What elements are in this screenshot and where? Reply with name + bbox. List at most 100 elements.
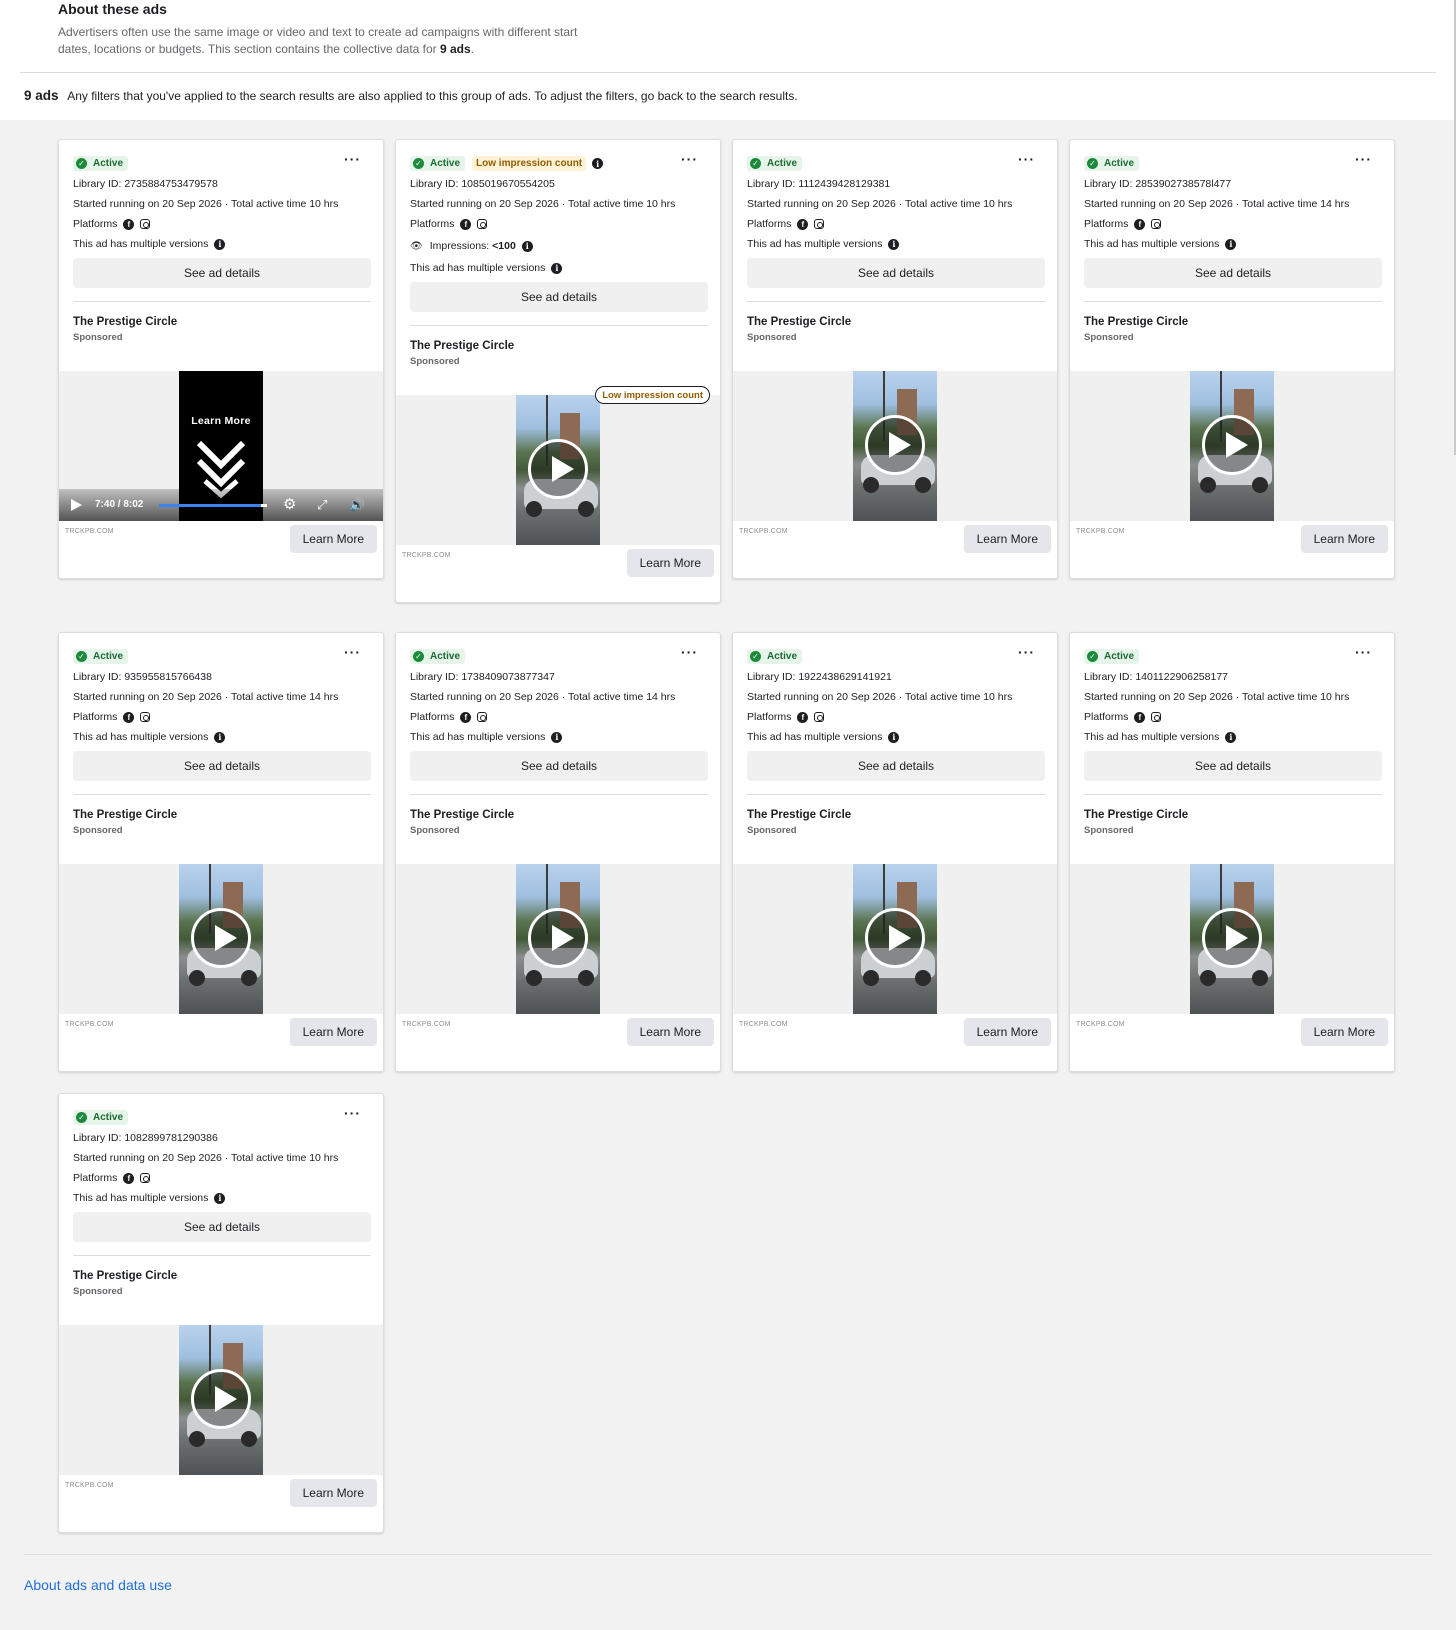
- play-icon[interactable]: [191, 1369, 251, 1429]
- see-ad-details-button[interactable]: See ad details: [410, 282, 708, 312]
- advertiser-name[interactable]: The Prestige Circle: [747, 316, 851, 328]
- play-icon[interactable]: [1202, 415, 1262, 475]
- see-ad-details-button[interactable]: See ad details: [1084, 258, 1382, 288]
- learn-more-button[interactable]: Learn More: [289, 1018, 377, 1046]
- ad-card: ✓ Active ··· Library ID: 1082899781290386 St…: [58, 1093, 384, 1533]
- learn-more-button[interactable]: Learn More: [626, 1018, 714, 1046]
- see-ad-details-button[interactable]: See ad details: [73, 751, 371, 781]
- platforms-row: Platforms f: [1084, 218, 1162, 230]
- more-icon[interactable]: ···: [681, 152, 698, 166]
- play-icon[interactable]: [71, 499, 82, 511]
- play-icon[interactable]: [865, 908, 925, 968]
- info-icon[interactable]: i: [214, 238, 226, 250]
- about-section: About these ads Advertisers often use th…: [0, 0, 1456, 120]
- run-dates: Started running on 20 Sep 2026 · Total a…: [1084, 198, 1350, 210]
- more-icon[interactable]: ···: [344, 152, 361, 166]
- advertiser-name[interactable]: The Prestige Circle: [1084, 316, 1188, 328]
- fullscreen-icon[interactable]: ⤢: [317, 497, 327, 512]
- see-ad-details-button[interactable]: See ad details: [747, 258, 1045, 288]
- learn-more-button[interactable]: Learn More: [1300, 525, 1388, 553]
- facebook-icon: f: [1134, 711, 1146, 723]
- info-icon[interactable]: i: [888, 731, 900, 743]
- video-progress[interactable]: [159, 504, 267, 507]
- ad-card: ✓ Active ··· Library ID: 1401122906258177 St…: [1069, 632, 1395, 1072]
- about-ads-link[interactable]: About ads and data use: [24, 1577, 172, 1593]
- info-icon[interactable]: i: [1225, 238, 1237, 250]
- see-ad-details-button[interactable]: See ad details: [73, 258, 371, 288]
- play-icon[interactable]: [528, 908, 588, 968]
- see-ad-details-button[interactable]: See ad details: [1084, 751, 1382, 781]
- info-icon[interactable]: i: [888, 238, 900, 250]
- info-icon[interactable]: i: [521, 240, 533, 252]
- scene-wheel: [241, 1431, 257, 1447]
- more-icon[interactable]: ···: [344, 645, 361, 659]
- ad-media[interactable]: [1070, 864, 1394, 1014]
- more-icon[interactable]: ···: [344, 1106, 361, 1120]
- info-icon[interactable]: i: [214, 1192, 226, 1204]
- instagram-icon: [1151, 219, 1162, 229]
- info-icon[interactable]: i: [592, 158, 604, 169]
- ad-card: ✓ Active ··· Library ID: 1922438629141921 St…: [732, 632, 1058, 1072]
- info-icon[interactable]: i: [214, 731, 226, 743]
- ad-media[interactable]: [59, 1325, 383, 1475]
- info-icon[interactable]: i: [551, 262, 563, 274]
- advertiser-name[interactable]: The Prestige Circle: [747, 809, 851, 821]
- more-icon[interactable]: ···: [1355, 152, 1372, 166]
- more-icon[interactable]: ···: [681, 645, 698, 659]
- sponsored-label: Sponsored: [1084, 825, 1134, 836]
- library-id: Library ID: 1085019670554205: [410, 178, 555, 190]
- advertiser-name[interactable]: The Prestige Circle: [73, 809, 177, 821]
- play-icon[interactable]: [528, 439, 588, 499]
- learn-more-button[interactable]: Learn More: [626, 549, 714, 577]
- ad-domain: TRCKPB.COM: [739, 528, 788, 535]
- play-icon[interactable]: [865, 415, 925, 475]
- learn-more-button[interactable]: Learn More: [963, 525, 1051, 553]
- check-icon: ✓: [76, 651, 87, 662]
- more-icon[interactable]: ···: [1018, 152, 1035, 166]
- ad-media[interactable]: [1070, 371, 1394, 521]
- see-ad-details-button[interactable]: See ad details: [73, 1212, 371, 1242]
- video-thumbnail[interactable]: [1190, 864, 1274, 1014]
- video-thumbnail[interactable]: [853, 371, 937, 521]
- scene-wheel: [1200, 477, 1216, 493]
- see-ad-details-button[interactable]: See ad details: [410, 751, 708, 781]
- ad-card: ✓ Active Low impression count i ··· Library I…: [395, 139, 721, 603]
- more-icon[interactable]: ···: [1355, 645, 1372, 659]
- scene-wheel: [915, 477, 931, 493]
- ad-media[interactable]: [59, 864, 383, 1014]
- video-thumbnail[interactable]: [179, 864, 263, 1014]
- video-thumbnail[interactable]: [179, 1325, 263, 1475]
- advertiser-name[interactable]: The Prestige Circle: [73, 316, 177, 328]
- play-icon[interactable]: [191, 908, 251, 968]
- ad-media[interactable]: [396, 864, 720, 1014]
- video-thumbnail[interactable]: [853, 864, 937, 1014]
- ad-media[interactable]: [733, 371, 1057, 521]
- ad-media[interactable]: [733, 864, 1057, 1014]
- learn-more-button[interactable]: Learn More: [1300, 1018, 1388, 1046]
- advertiser-name[interactable]: The Prestige Circle: [410, 340, 514, 352]
- advertiser-name[interactable]: The Prestige Circle: [1084, 809, 1188, 821]
- learn-more-button[interactable]: Learn More: [289, 525, 377, 553]
- info-icon[interactable]: i: [1225, 731, 1237, 743]
- volume-icon[interactable]: 🔊: [349, 497, 365, 512]
- ad-media[interactable]: Low impression count: [396, 386, 720, 545]
- card-divider: [73, 301, 371, 302]
- advertiser-name[interactable]: The Prestige Circle: [410, 809, 514, 821]
- video-controls: 7:40 / 8:02 ⚙ ⤢ 🔊: [59, 489, 383, 521]
- gear-icon[interactable]: ⚙: [283, 497, 296, 512]
- about-description: Advertisers often use the same image or …: [58, 25, 578, 56]
- info-icon[interactable]: i: [551, 731, 563, 743]
- video-thumbnail[interactable]: [516, 864, 600, 1014]
- facebook-icon: f: [123, 711, 135, 723]
- ad-media[interactable]: Learn More 7:40 / 8:02 ⚙ ⤢ 🔊: [59, 371, 383, 521]
- run-dates: Started running on 20 Sep 2026 · Total a…: [1084, 691, 1350, 703]
- learn-more-button[interactable]: Learn More: [963, 1018, 1051, 1046]
- more-icon[interactable]: ···: [1018, 645, 1035, 659]
- card-divider: [73, 794, 371, 795]
- advertiser-name[interactable]: The Prestige Circle: [73, 1270, 177, 1282]
- video-thumbnail[interactable]: [516, 395, 600, 545]
- learn-more-button[interactable]: Learn More: [289, 1479, 377, 1507]
- play-icon[interactable]: [1202, 908, 1262, 968]
- video-thumbnail[interactable]: [1190, 371, 1274, 521]
- see-ad-details-button[interactable]: See ad details: [747, 751, 1045, 781]
